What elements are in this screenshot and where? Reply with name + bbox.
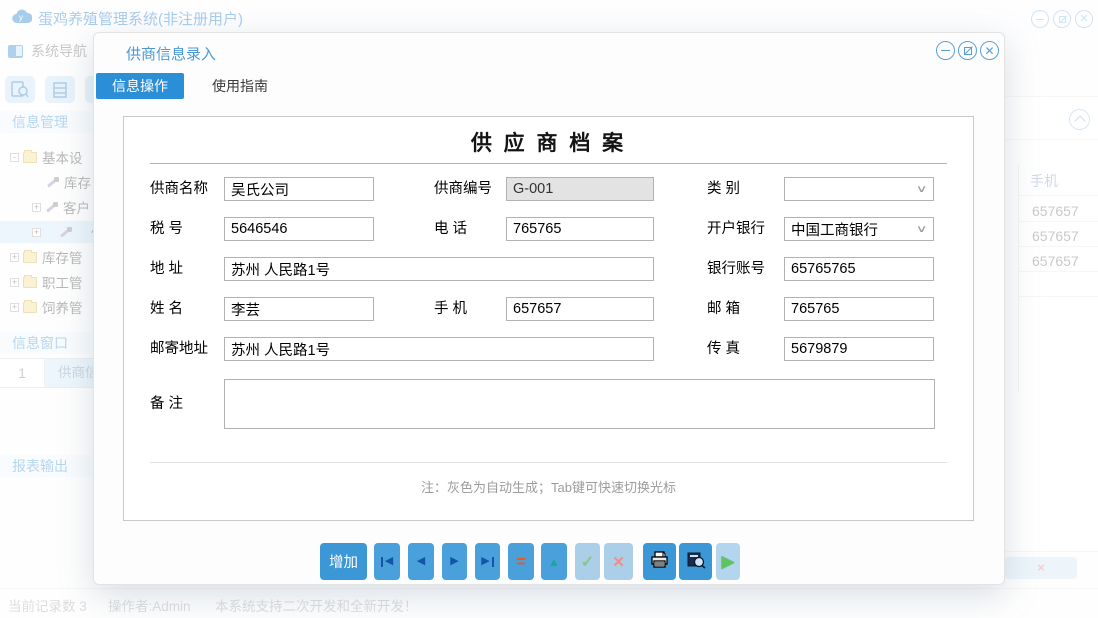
tax-no-input[interactable]: [224, 217, 374, 241]
label-person-name: 姓 名: [150, 301, 184, 317]
title-divider: [150, 163, 947, 164]
delete-record-icon: =: [516, 551, 526, 571]
dialog-title: 供商信息录入: [126, 46, 217, 63]
preview-icon: [686, 551, 706, 572]
next-record-button[interactable]: ▶: [442, 543, 467, 580]
prev-record-icon: ◀: [416, 555, 426, 567]
mail-address-input[interactable]: [224, 337, 654, 361]
supplier-name-input[interactable]: [224, 177, 374, 201]
supplier-entry-dialog: 供商信息录入 ✕ 信息操作 使用指南 供 应 商 档 案 供商名称 供商编号 类…: [93, 32, 1005, 585]
last-record-icon: ▶: [481, 555, 490, 567]
phone-input[interactable]: [506, 217, 654, 241]
person-name-input[interactable]: [224, 297, 374, 321]
cancel-x-icon: ✕: [612, 553, 625, 571]
last-record-button[interactable]: ▶: [475, 543, 500, 580]
label-bank-account: 银行账号: [707, 261, 765, 277]
label-category: 类 别: [707, 181, 741, 197]
label-mobile: 手 机: [434, 301, 468, 317]
chevron-down-icon: ∨: [915, 183, 928, 195]
label-remark: 备 注: [150, 396, 184, 412]
first-record-button[interactable]: ◀: [374, 543, 400, 580]
cancel-button[interactable]: ✕: [604, 543, 633, 580]
delete-record-button[interactable]: =: [508, 543, 534, 580]
label-address: 地 址: [150, 261, 184, 277]
label-email: 邮 箱: [707, 301, 741, 317]
remark-textarea[interactable]: [224, 379, 935, 429]
label-bank: 开户银行: [707, 221, 765, 237]
dialog-close-button[interactable]: ✕: [980, 41, 999, 60]
print-button[interactable]: [643, 543, 676, 580]
prev-record-button[interactable]: ◀: [408, 543, 434, 580]
email-input[interactable]: [784, 297, 934, 321]
bank-account-input[interactable]: [784, 257, 934, 281]
confirm-check-icon: ✓: [580, 553, 595, 571]
form-title: 供 应 商 档 案: [470, 132, 627, 155]
label-supplier-name: 供商名称: [150, 181, 208, 197]
print-preview-button[interactable]: [679, 543, 712, 580]
category-select[interactable]: ∨: [784, 177, 934, 201]
next-record-icon: ▶: [450, 555, 459, 567]
record-toolbar: 增加 ◀ ◀ ▶ ▶ = ▲ ✓ ✕ ▶: [94, 543, 1004, 581]
form-note: 注：灰色为自动生成；Tab键可快速切换光标: [421, 480, 676, 495]
tab-user-guide[interactable]: 使用指南: [196, 73, 284, 99]
label-mail-address: 邮寄地址: [150, 341, 208, 357]
label-supplier-no: 供商编号: [434, 181, 492, 197]
printer-icon: [650, 550, 670, 572]
edit-record-icon: ▲: [548, 554, 560, 569]
first-record-icon: ◀: [384, 555, 394, 567]
tab-info-operation[interactable]: 信息操作: [96, 73, 184, 99]
dialog-minimize-button[interactable]: [936, 41, 955, 60]
address-input[interactable]: [224, 257, 654, 281]
add-button[interactable]: 增加: [320, 543, 367, 580]
mobile-input[interactable]: [506, 297, 654, 321]
fax-input[interactable]: [784, 337, 934, 361]
chevron-down-icon: ∨: [915, 223, 928, 235]
run-play-icon: ▶: [721, 551, 735, 571]
dialog-tabs: 信息操作 使用指南: [96, 73, 284, 99]
dialog-restore-button[interactable]: [958, 41, 977, 60]
edit-record-button[interactable]: ▲: [541, 543, 567, 580]
confirm-button[interactable]: ✓: [575, 543, 600, 580]
label-fax: 传 真: [707, 341, 741, 357]
supplier-no-input: [506, 177, 654, 201]
label-tax-no: 税 号: [150, 221, 184, 237]
supplier-form: 供 应 商 档 案 供商名称 供商编号 类 别 ∨ 税 号 电 话 开户银行 中…: [123, 116, 974, 521]
label-phone: 电 话: [434, 221, 468, 237]
run-button[interactable]: ▶: [716, 543, 740, 580]
note-divider: [150, 462, 947, 463]
bank-select[interactable]: 中国工商银行 ∨: [784, 217, 934, 241]
